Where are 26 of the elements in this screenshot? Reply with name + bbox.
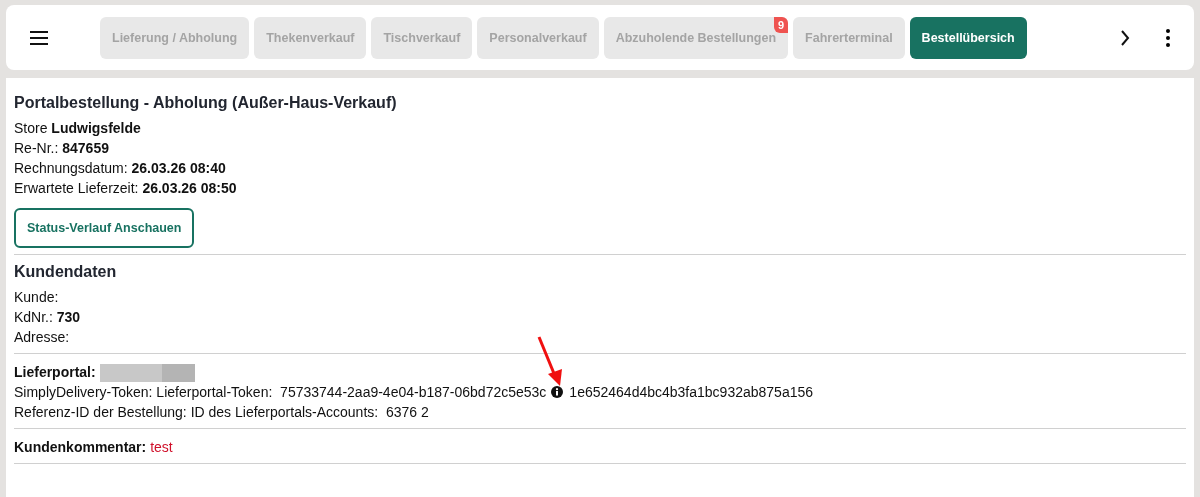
order-field: Erwartete Lieferzeit: 26.03.26 08:50	[14, 178, 1186, 198]
portal-label: Lieferportal:	[14, 364, 96, 380]
status-history-button[interactable]: Status-Verlauf Anschauen	[14, 208, 195, 248]
nav-tab[interactable]: Bestellübersich	[909, 16, 1027, 59]
count-badge: 9	[773, 16, 789, 33]
nav-tab[interactable]: Lieferung / Abholung	[100, 16, 250, 59]
nav-tab[interactable]: Personalverkauf	[477, 16, 599, 59]
token-label: SimplyDelivery-Token: Lieferportal-Token:	[14, 384, 273, 401]
token-value: 1e652464d4bc4b3fa1bc932ab875a156	[569, 384, 814, 401]
customer-field: Adresse:	[14, 327, 1186, 347]
order-title: Portalbestellung - Abholung (Außer-Haus-Verkauf)	[14, 94, 398, 112]
section-title: Kundendaten	[14, 263, 118, 281]
nav-tab[interactable]: Tischverkauf	[371, 16, 473, 59]
order-field: Store Ludwigsfelde	[14, 118, 1186, 138]
customer-field: KdNr.: 730	[14, 307, 1186, 327]
comment-value: test	[150, 439, 173, 456]
reference-value: 6376 2	[385, 404, 429, 421]
token-value: 75733744-2aa9-4e04-b187-06bd72c5e53c	[280, 384, 547, 401]
reference-label: Referenz-ID der Bestellung: ID des Lieferportals-Accounts:	[14, 404, 379, 421]
nav-tab[interactable]: Fahrerterminal	[793, 16, 905, 59]
customer-field: Kunde:	[14, 287, 1186, 307]
comment-label: Kundenkommentar:	[14, 439, 147, 456]
nav-tab[interactable]: Abzuholende Bestellungen 9	[603, 16, 789, 59]
order-field: Re-Nr.: 847659	[14, 138, 1186, 158]
order-field: Rechnungsdatum: 26.03.26 08:40	[14, 158, 1186, 178]
nav-tab[interactable]: Thekenverkauf	[254, 16, 367, 59]
